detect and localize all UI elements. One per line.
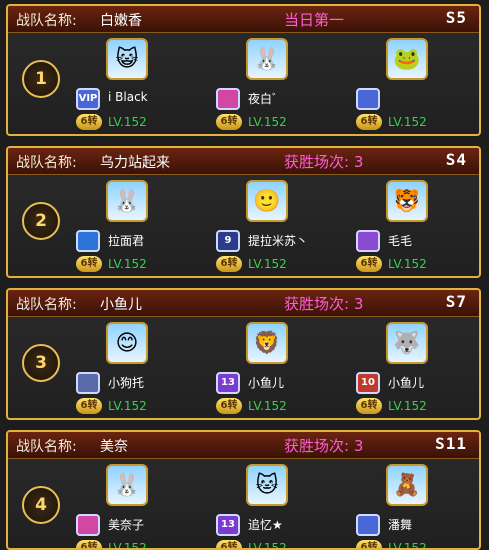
- team-header: 战队名称: 小鱼儿 获胜场次: 3 S7: [8, 290, 479, 317]
- member-slot[interactable]: 🙂 9 提拉米苏丶 6转 LV.152: [216, 178, 336, 274]
- member-slot[interactable]: 🐺 10 小鱼儿 6转 LV.152: [356, 320, 476, 416]
- rebirth-badge: 6转: [216, 540, 242, 548]
- member-name: 提拉米苏丶: [248, 234, 309, 248]
- team-name: 白嫩香: [100, 13, 142, 29]
- member-name: 追忆★: [248, 518, 283, 532]
- member-name: 夜白ﾞ: [248, 92, 279, 106]
- rebirth-badge: 6转: [76, 256, 102, 272]
- avatar[interactable]: 🐺: [386, 322, 428, 364]
- level-text: LV.152: [388, 399, 427, 413]
- server-tag: S4: [445, 150, 467, 169]
- rebirth-badge: 6转: [356, 398, 382, 414]
- server-tag: S11: [435, 434, 467, 453]
- team-card[interactable]: 战队名称: 白嫩香 当日第一 S5 1 😺 VIP i Black 6转 LV.…: [6, 4, 481, 136]
- vip-badge: [76, 372, 100, 394]
- team-label: 战队名称:: [16, 13, 77, 29]
- team-status: 当日第一: [284, 11, 345, 29]
- member-slot[interactable]: 🦁 13 小鱼儿 6转 LV.152: [216, 320, 336, 416]
- level-text: LV.152: [388, 541, 427, 550]
- team-label: 战队名称:: [16, 439, 77, 455]
- vip-badge: 10: [356, 372, 380, 394]
- member-slot[interactable]: 🐰 夜白ﾞ 6转 LV.152: [216, 36, 336, 132]
- team-label: 战队名称:: [16, 155, 77, 171]
- rank-badge: 3: [22, 344, 60, 382]
- vip-badge: 13: [216, 514, 240, 536]
- vip-badge: [216, 88, 240, 110]
- rank-badge: 2: [22, 202, 60, 240]
- member-slot[interactable]: 🐸 6转 LV.152: [356, 36, 476, 132]
- rebirth-badge: 6转: [356, 256, 382, 272]
- member-name: 小鱼儿: [248, 376, 285, 390]
- team-card[interactable]: 战队名称: 美奈 获胜场次: 3 S11 4 🐰 美奈子 6转 LV.152 🐱…: [6, 430, 481, 550]
- avatar[interactable]: 🙂: [246, 180, 288, 222]
- server-tag: S5: [445, 8, 467, 27]
- avatar[interactable]: 😊: [106, 322, 148, 364]
- team-header: 战队名称: 白嫩香 当日第一 S5: [8, 6, 479, 33]
- member-slot[interactable]: 😊 小狗托 6转 LV.152: [76, 320, 196, 416]
- vip-badge: [76, 230, 100, 252]
- team-card[interactable]: 战队名称: 乌力站起来 获胜场次: 3 S4 2 🐰 拉面君 6转 LV.152…: [6, 146, 481, 278]
- member-name: 毛毛: [388, 234, 413, 248]
- member-name: 拉面君: [108, 234, 145, 248]
- team-card[interactable]: 战队名称: 小鱼儿 获胜场次: 3 S7 3 😊 小狗托 6转 LV.152 🦁…: [6, 288, 481, 420]
- member-name: i Black: [108, 90, 148, 104]
- team-status: 获胜场次: 3: [284, 295, 364, 313]
- rebirth-badge: 6转: [216, 398, 242, 414]
- level-text: LV.152: [248, 541, 287, 550]
- level-text: LV.152: [108, 541, 147, 550]
- member-name: 潘舞: [388, 518, 413, 532]
- avatar[interactable]: 🦁: [246, 322, 288, 364]
- member-slot[interactable]: 🐰 美奈子 6转 LV.152: [76, 462, 196, 550]
- rebirth-badge: 6转: [216, 256, 242, 272]
- member-name: 小鱼儿: [388, 376, 425, 390]
- team-status: 获胜场次: 3: [284, 153, 364, 171]
- level-text: LV.152: [248, 115, 287, 129]
- server-tag: S7: [445, 292, 467, 311]
- vip-badge: VIP: [76, 88, 100, 110]
- member-slot[interactable]: 🐰 拉面君 6转 LV.152: [76, 178, 196, 274]
- rebirth-badge: 6转: [76, 114, 102, 130]
- avatar[interactable]: 🐯: [386, 180, 428, 222]
- rank-badge: 4: [22, 486, 60, 524]
- vip-badge: 13: [216, 372, 240, 394]
- member-slot[interactable]: 😺 VIP i Black 6转 LV.152: [76, 36, 196, 132]
- team-name: 小鱼儿: [100, 297, 142, 313]
- team-name: 美奈: [100, 439, 128, 455]
- member-slot[interactable]: 🐯 毛毛 6转 LV.152: [356, 178, 476, 274]
- member-slot[interactable]: 🐱 13 追忆★ 6转 LV.152: [216, 462, 336, 550]
- level-text: LV.152: [388, 257, 427, 271]
- rebirth-badge: 6转: [76, 540, 102, 548]
- avatar[interactable]: 🐸: [386, 38, 428, 80]
- level-text: LV.152: [108, 115, 147, 129]
- avatar[interactable]: 🐱: [246, 464, 288, 506]
- rebirth-badge: 6转: [76, 398, 102, 414]
- avatar[interactable]: 🐰: [106, 180, 148, 222]
- team-status: 获胜场次: 3: [284, 437, 364, 455]
- level-text: LV.152: [108, 257, 147, 271]
- member-name: 美奈子: [108, 518, 145, 532]
- member-name: 小狗托: [108, 376, 145, 390]
- vip-badge: 9: [216, 230, 240, 252]
- vip-badge: [76, 514, 100, 536]
- team-header: 战队名称: 美奈 获胜场次: 3 S11: [8, 432, 479, 459]
- team-label: 战队名称:: [16, 297, 77, 313]
- level-text: LV.152: [388, 115, 427, 129]
- avatar[interactable]: 🐰: [246, 38, 288, 80]
- vip-badge: [356, 88, 380, 110]
- avatar[interactable]: 🧸: [386, 464, 428, 506]
- team-name: 乌力站起来: [100, 155, 170, 171]
- rank-badge: 1: [22, 60, 60, 98]
- member-slot[interactable]: 🧸 潘舞 6转 LV.152: [356, 462, 476, 550]
- level-text: LV.152: [108, 399, 147, 413]
- rebirth-badge: 6转: [356, 540, 382, 548]
- level-text: LV.152: [248, 399, 287, 413]
- level-text: LV.152: [248, 257, 287, 271]
- avatar[interactable]: 🐰: [106, 464, 148, 506]
- rebirth-badge: 6转: [216, 114, 242, 130]
- avatar[interactable]: 😺: [106, 38, 148, 80]
- vip-badge: [356, 230, 380, 252]
- vip-badge: [356, 514, 380, 536]
- rebirth-badge: 6转: [356, 114, 382, 130]
- team-header: 战队名称: 乌力站起来 获胜场次: 3 S4: [8, 148, 479, 175]
